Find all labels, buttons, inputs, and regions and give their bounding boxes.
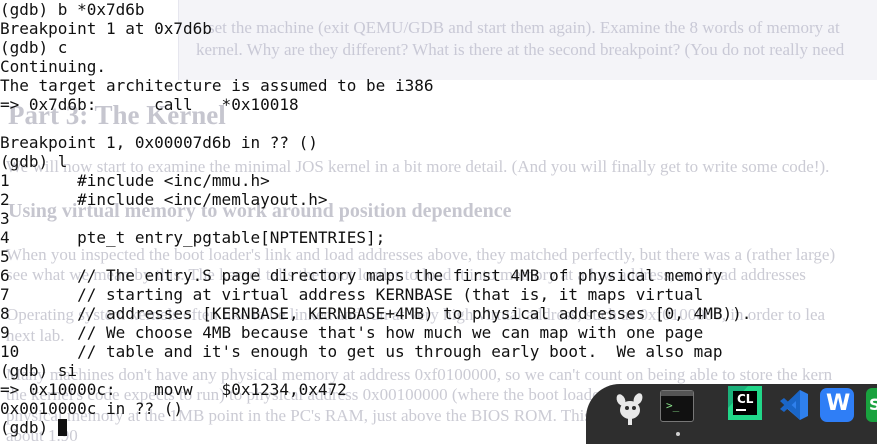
terminal-line: (gdb) b *0x7d6b [0,0,145,19]
clion-icon[interactable]: CL [728,386,762,420]
gdb-prompt: (gdb) [0,418,58,437]
gdb-terminal[interactable]: (gdb) b *0x7d6b Breakpoint 1 at 0x7d6b (… [0,0,751,437]
terminal-line: 9 // We choose 4MB because that's how mu… [0,323,704,342]
terminal-line: Continuing. [0,57,106,76]
clion-label: CL [737,392,754,406]
gimp-icon[interactable] [612,390,648,426]
terminal-line: 1 #include <inc/mmu.h> [0,171,270,190]
wps-writer-icon[interactable]: W [820,388,854,422]
text-cursor [57,419,67,436]
terminal-line: 7 // starting at virtual address KERNBAS… [0,285,704,304]
wps-label: W [826,391,851,416]
terminal-line: 8 // addresses [KERNBASE, KERNBASE+4MB) … [0,304,752,323]
terminal-line: Breakpoint 1 at 0x7d6b [0,19,212,38]
wps-spreadsheet-icon[interactable]: S [866,388,877,422]
terminal-line: (gdb) si [0,361,78,380]
terminal-line: 2 #include <inc/memlayout.h> [0,190,328,209]
terminal-line: The target architecture is assumed to be… [0,76,434,95]
terminal-line: 5 [0,247,10,266]
terminal-line: Breakpoint 1, 0x00007d6b in ?? () [0,133,318,152]
terminal-line: (gdb) l [0,152,68,171]
terminal-line: 6 // The entry.S page directory maps the… [0,266,723,285]
terminal-icon-bar [661,391,693,396]
terminal-line: 3 [0,209,10,228]
terminal-icon-prompt: >_ [666,399,680,412]
terminal-line: => 0x7d6b: call *0x10018 [0,95,299,114]
running-indicator [676,432,680,436]
terminal-line: (gdb) c [0,38,68,57]
terminal-line: 4 pte_t entry_pgtable[NPTENTRIES]; [0,228,386,247]
terminal-icon[interactable]: >_ [660,390,694,422]
terminal-line: 10 // table and it's enough to get us th… [0,342,723,361]
sheet-label: S [869,395,877,414]
vscode-icon[interactable] [776,388,810,422]
